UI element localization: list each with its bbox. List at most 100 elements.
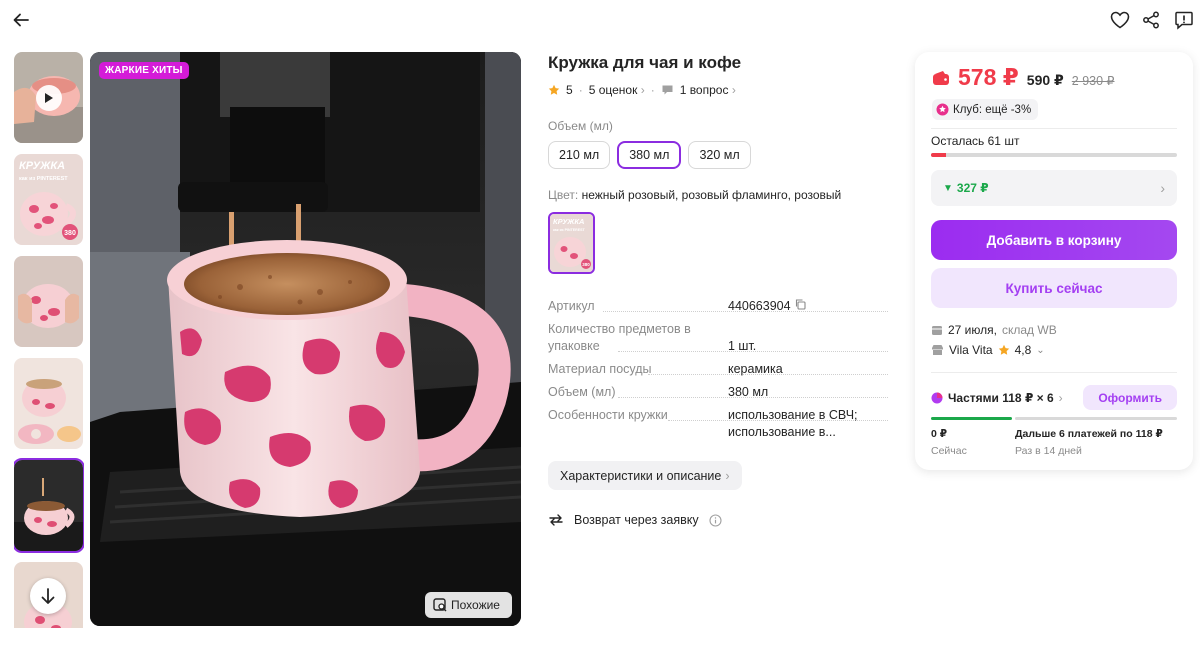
- installments-pie-icon: [931, 392, 943, 403]
- installment-now: 0 ₽ Сейчас: [931, 428, 967, 457]
- top-bar: [0, 0, 1200, 40]
- star-icon: [548, 84, 560, 95]
- stock-bar: [931, 153, 1177, 157]
- scroll-down-button[interactable]: [30, 578, 66, 614]
- chevron-right-icon: ›: [640, 83, 645, 97]
- installments-text[interactable]: Частями 118 ₽ × 6: [948, 391, 1054, 405]
- spec-value: использование в СВЧ; использование в...: [728, 408, 858, 439]
- later-label: Раз в 14 дней: [1015, 445, 1082, 457]
- return-text: Возврат через заявку: [574, 513, 699, 527]
- color-thumb-title: КРУЖКА: [553, 217, 584, 226]
- price-without-wallet: 590 ₽: [1026, 72, 1064, 88]
- volume-label: Объем (мл): [548, 119, 613, 133]
- questions-count: 1 вопрос: [679, 83, 729, 97]
- chevron-down-icon: ⌄: [1036, 344, 1045, 356]
- characteristics-button[interactable]: Характеристики и описание ›: [548, 461, 742, 490]
- progress-segment-paid: [931, 417, 1012, 420]
- size-option-210[interactable]: 210 мл: [548, 141, 611, 169]
- spec-row-material: Материал посуды керамика: [548, 361, 888, 384]
- spec-list: Артикул 440663904 Количество предметов в…: [548, 298, 888, 443]
- checkout-installments-button[interactable]: Оформить: [1083, 385, 1177, 410]
- seller-rating: 4,8: [1014, 343, 1032, 357]
- product-title: Кружка для чая и кофе: [548, 53, 742, 72]
- thumbnail-2[interactable]: 380 КРУЖКА как из PINTEREST: [14, 154, 83, 245]
- arrow-down-icon: [41, 588, 55, 604]
- divider: [931, 372, 1177, 373]
- spec-value: керамика: [728, 362, 783, 376]
- copy-icon[interactable]: [795, 298, 806, 315]
- hot-hits-badge: ЖАРКИЕ ХИТЫ: [99, 62, 189, 79]
- box-icon: [932, 326, 942, 335]
- thumbnail-video[interactable]: [14, 52, 83, 143]
- star-icon: [998, 344, 1009, 355]
- chevron-right-icon: ›: [1058, 390, 1063, 405]
- thumbnail-list[interactable]: 380 КРУЖКА как из PINTEREST: [14, 52, 84, 628]
- thumb-subtitle-text: как из PINTEREST: [19, 176, 68, 182]
- add-to-cart-button[interactable]: Добавить в корзину: [931, 220, 1177, 260]
- chevron-right-icon: ›: [1160, 180, 1165, 196]
- color-variant-thumbnail[interactable]: 380 КРУЖКА как из PINTEREST: [548, 212, 595, 274]
- thumbnail-4[interactable]: [14, 358, 83, 449]
- share-icon[interactable]: [1139, 8, 1163, 32]
- spec-row-article: Артикул 440663904: [548, 298, 888, 321]
- spec-value: 1 шт.: [728, 339, 757, 353]
- product-info: Кружка для чая и кофе 5 · 5 оценок › · 1…: [548, 52, 888, 528]
- info-icon[interactable]: [709, 513, 722, 527]
- now-label: Сейчас: [931, 445, 967, 457]
- installment-later: Дальше 6 платежей по 118 ₽ Раз в 14 дней: [1015, 428, 1163, 457]
- spec-key: Объем (мл): [548, 385, 616, 399]
- spec-key: Материал посуды: [548, 362, 652, 376]
- size-option-320[interactable]: 320 мл: [688, 141, 751, 169]
- club-star-icon: [936, 103, 949, 116]
- spec-row-volume: Объем (мл) 380 мл: [548, 384, 888, 407]
- similar-label: Похожие: [451, 598, 500, 612]
- club-discount-badge[interactable]: Клуб: ещё -3%: [932, 99, 1039, 120]
- image-search-icon: [433, 598, 447, 612]
- club-text: Клуб: ещё -3%: [953, 103, 1032, 116]
- spec-row-features: Особенности кружки использование в СВЧ; …: [548, 407, 888, 443]
- size-option-380-selected[interactable]: 380 мл: [617, 141, 682, 169]
- triangle-down-icon: ▼: [943, 182, 953, 194]
- thumb-title-text: КРУЖКА: [19, 160, 65, 172]
- chevron-right-icon: ›: [725, 468, 730, 483]
- warehouse: склад WB: [1001, 323, 1057, 337]
- back-arrow-icon[interactable]: [9, 8, 33, 32]
- similar-button[interactable]: Похожие: [425, 592, 512, 618]
- product-photo: [90, 52, 521, 626]
- question-bubble-icon: [662, 85, 673, 95]
- thumbnail-3[interactable]: [14, 256, 83, 347]
- main-product-image[interactable]: ЖАРКИЕ ХИТЫ Похожие: [90, 52, 521, 626]
- spec-key: Количество предметов в упаковке: [548, 322, 691, 353]
- rating-row: 5 · 5 оценок › · 1 вопрос ›: [548, 83, 888, 97]
- spec-key: Артикул: [548, 299, 595, 313]
- stock-text: Осталась 61 шт: [931, 134, 1020, 148]
- color-thumb-volume-badge: 380: [582, 262, 590, 267]
- heart-icon[interactable]: [1108, 8, 1132, 32]
- play-icon: [36, 85, 62, 111]
- spec-row-quantity: Количество предметов в упаковке 1 шт.: [548, 321, 888, 361]
- color-thumb-subtitle: как из PINTEREST: [553, 228, 586, 232]
- separator-dot: ·: [578, 83, 583, 97]
- installments-row: Частями 118 ₽ × 6 › Оформить: [931, 385, 1177, 410]
- seller-name: Vila Vita: [949, 343, 993, 357]
- spec-value: 380 мл: [728, 385, 769, 399]
- delivery-date: 27 июля,: [948, 323, 997, 337]
- complaint-icon[interactable]: [1172, 8, 1196, 32]
- reviews-link[interactable]: 5 оценок ›: [589, 83, 645, 97]
- wb-wallet-price-button[interactable]: ▼ 327 ₽ ›: [931, 170, 1177, 206]
- chevron-right-icon: ›: [731, 83, 736, 97]
- questions-link[interactable]: 1 вопрос ›: [680, 83, 736, 97]
- later-amount: Дальше 6 платежей по 118 ₽: [1015, 428, 1163, 440]
- delivery-row: 27 июля, склад WB: [931, 323, 1057, 337]
- article-number: 440663904: [728, 299, 791, 313]
- installments-progress: [931, 417, 1177, 420]
- separator-dot: ·: [650, 83, 655, 97]
- stock-bar-fill: [931, 153, 946, 157]
- color-value: нежный розовый, розовый фламинго, розовы…: [581, 188, 842, 202]
- rating-value: 5: [566, 83, 573, 97]
- reviews-count: 5 оценок: [588, 83, 638, 97]
- thumbnail-5-selected[interactable]: [14, 458, 84, 553]
- buy-now-button[interactable]: Купить сейчас: [931, 268, 1177, 308]
- characteristics-label: Характеристики и описание: [560, 468, 722, 483]
- seller-row[interactable]: Vila Vita 4,8 ⌄: [931, 343, 1045, 357]
